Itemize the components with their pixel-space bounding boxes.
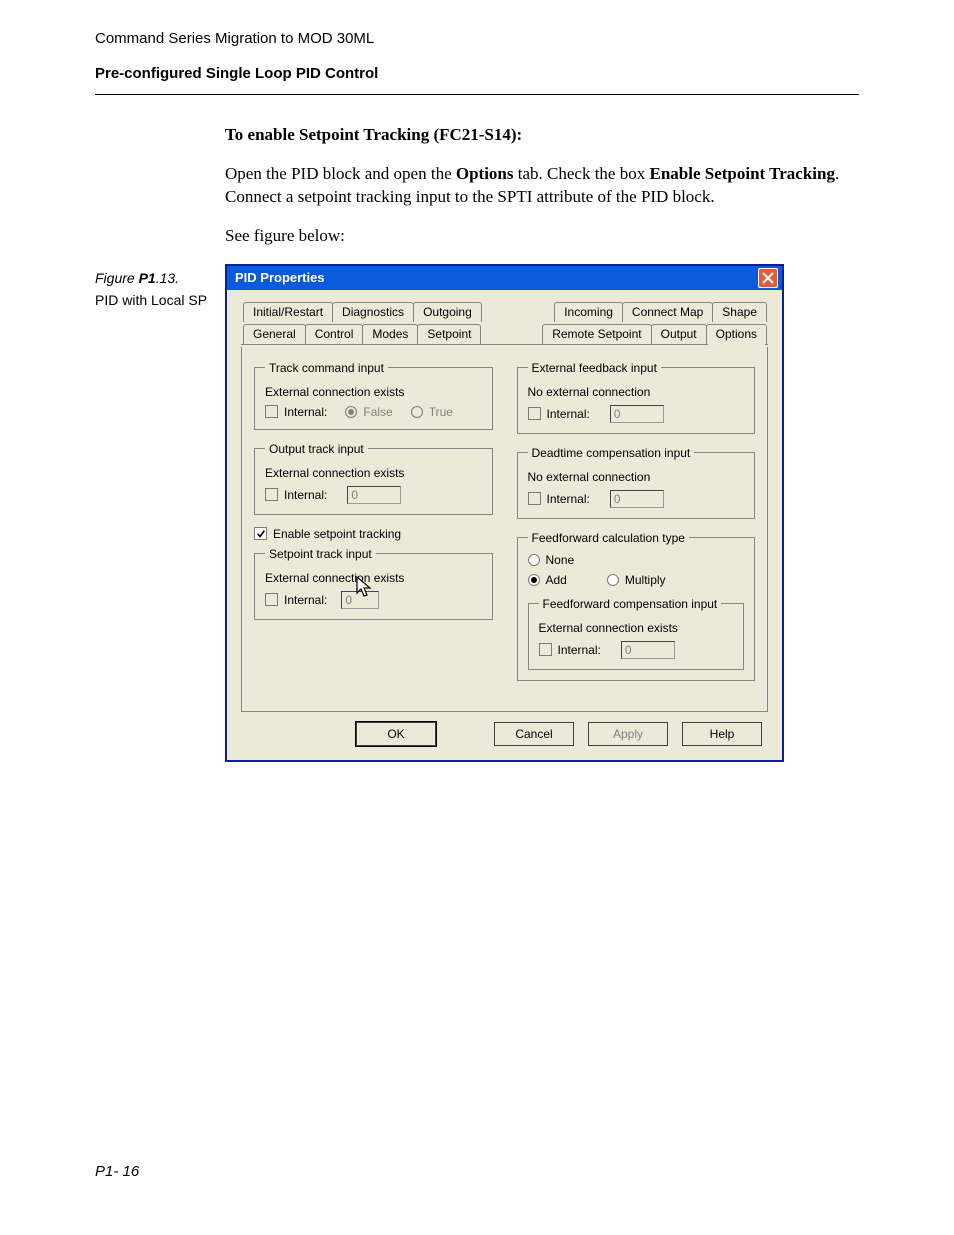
label-internal: Internal:	[547, 492, 590, 506]
checkbox-internal[interactable]	[265, 593, 278, 606]
radio-none[interactable]	[528, 554, 540, 566]
status-text: External connection exists	[265, 466, 482, 480]
figure-label: Figure P1.13.	[95, 270, 215, 286]
pid-properties-dialog: PID Properties Initial/Restart Diagnosti…	[225, 264, 784, 762]
group-deadtime-compensation-input: Deadtime compensation input No external …	[517, 446, 756, 519]
p1a: Open the PID block and open the	[225, 164, 456, 183]
tab-modes[interactable]: Modes	[362, 324, 418, 344]
tab-outgoing[interactable]: Outgoing	[413, 302, 482, 322]
status-text: External connection exists	[539, 621, 734, 635]
tab-connect-map[interactable]: Connect Map	[622, 302, 713, 322]
tab-shape[interactable]: Shape	[712, 302, 767, 322]
label-true: True	[429, 405, 453, 419]
legend: External feedback input	[528, 361, 661, 375]
value-box[interactable]: 0	[610, 490, 664, 508]
status-text: External connection exists	[265, 385, 482, 399]
paragraph-2: See figure below:	[225, 225, 859, 248]
tab-diagnostics[interactable]: Diagnostics	[332, 302, 414, 322]
checkbox-internal[interactable]	[265, 488, 278, 501]
value-box[interactable]: 0	[341, 591, 379, 609]
figure-caption: PID with Local SP	[95, 292, 215, 308]
group-external-feedback-input: External feedback input No external conn…	[517, 361, 756, 434]
label-internal: Internal:	[558, 643, 601, 657]
label-internal: Internal:	[284, 405, 327, 419]
status-text: No external connection	[528, 470, 745, 484]
ok-button[interactable]: OK	[356, 722, 436, 746]
titlebar[interactable]: PID Properties	[227, 266, 782, 290]
window-title: PID Properties	[235, 270, 325, 285]
fl-b: P1	[139, 270, 156, 286]
rule	[95, 94, 859, 95]
legend: Output track input	[265, 442, 368, 456]
label-add: Add	[546, 573, 567, 587]
status-text: External connection exists	[265, 571, 482, 585]
value-box[interactable]: 0	[347, 486, 401, 504]
legend: Track command input	[265, 361, 388, 375]
tab-general[interactable]: General	[243, 324, 306, 344]
label-enable-setpoint-tracking: Enable setpoint tracking	[273, 527, 401, 541]
radio-true[interactable]	[411, 406, 423, 418]
apply-button[interactable]: Apply	[588, 722, 668, 746]
label-internal: Internal:	[284, 488, 327, 502]
cancel-button[interactable]: Cancel	[494, 722, 574, 746]
status-text: No external connection	[528, 385, 745, 399]
group-setpoint-track-input: Setpoint track input External connection…	[254, 547, 493, 620]
label-internal: Internal:	[284, 593, 327, 607]
group-feedforward-compensation-input: Feedforward compensation input External …	[528, 597, 745, 670]
label-none: None	[546, 553, 575, 567]
paragraph-1: Open the PID block and open the Options …	[225, 163, 859, 209]
p1b: Options	[456, 164, 514, 183]
p1d: Enable Setpoint Tracking	[649, 164, 834, 183]
tab-control[interactable]: Control	[305, 324, 364, 344]
value-box[interactable]: 0	[610, 405, 664, 423]
label-internal: Internal:	[547, 407, 590, 421]
tab-incoming[interactable]: Incoming	[554, 302, 623, 322]
checkbox-internal[interactable]	[528, 407, 541, 420]
legend: Feedforward compensation input	[539, 597, 722, 611]
p1c: tab. Check the box	[514, 164, 650, 183]
tab-initial-restart[interactable]: Initial/Restart	[243, 302, 333, 322]
fl-a: Figure	[95, 270, 139, 286]
group-output-track-input: Output track input External connection e…	[254, 442, 493, 515]
radio-add[interactable]	[528, 574, 540, 586]
tab-setpoint[interactable]: Setpoint	[417, 324, 481, 344]
tab-output[interactable]: Output	[651, 324, 707, 344]
label-multiply: Multiply	[625, 573, 666, 587]
legend: Feedforward calculation type	[528, 531, 689, 545]
heading: To enable Setpoint Tracking (FC21-S14):	[225, 125, 859, 145]
close-icon[interactable]	[758, 268, 778, 288]
section-title: Pre-configured Single Loop PID Control	[95, 65, 859, 82]
value-box[interactable]: 0	[621, 641, 675, 659]
tab-options[interactable]: Options	[706, 324, 767, 344]
checkbox-internal[interactable]	[265, 405, 278, 418]
radio-multiply[interactable]	[607, 574, 619, 586]
page-number: P1- 16	[95, 1163, 139, 1180]
tab-remote-setpoint[interactable]: Remote Setpoint	[542, 324, 651, 344]
help-button[interactable]: Help	[682, 722, 762, 746]
legend: Deadtime compensation input	[528, 446, 695, 460]
group-track-command-input: Track command input External connection …	[254, 361, 493, 430]
doc-title: Command Series Migration to MOD 30ML	[95, 30, 859, 47]
checkbox-internal[interactable]	[539, 643, 552, 656]
fl-c: .13.	[156, 270, 179, 286]
checkbox-internal[interactable]	[528, 492, 541, 505]
legend: Setpoint track input	[265, 547, 376, 561]
group-feedforward-calc-type: Feedforward calculation type None Add	[517, 531, 756, 681]
radio-false[interactable]	[345, 406, 357, 418]
checkbox-enable-setpoint-tracking[interactable]	[254, 527, 267, 540]
label-false: False	[363, 405, 392, 419]
